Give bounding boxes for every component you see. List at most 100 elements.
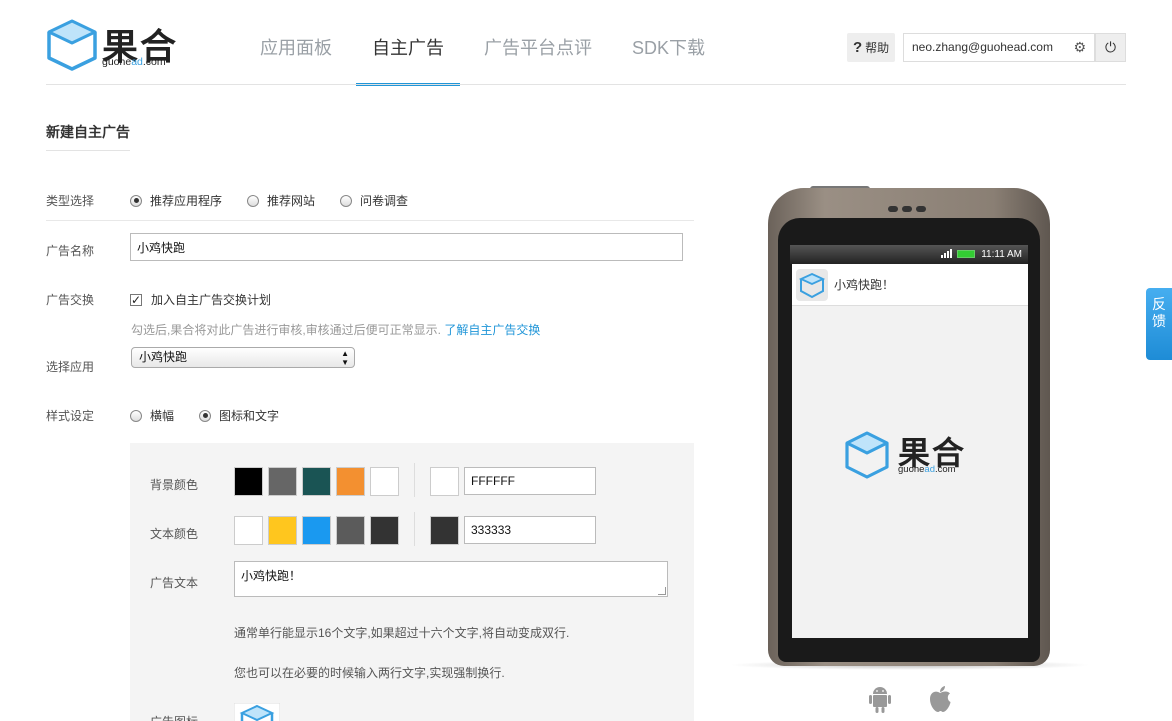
ad-name-value: 小鸡快跑 — [137, 240, 186, 255]
main-nav: 应用面板 自主广告 广告平台点评 SDK下载 — [244, 0, 729, 86]
radio-checked-icon — [130, 194, 142, 207]
apple-icon[interactable] — [927, 684, 953, 714]
style-option-banner[interactable]: 横幅 — [130, 407, 174, 424]
ad-text-value: 小鸡快跑！ — [241, 569, 302, 583]
type-option-website-label: 推荐网站 — [267, 194, 316, 208]
help-button[interactable]: ? 帮助 — [847, 33, 895, 62]
logo[interactable]: 果合 guohead.com — [46, 18, 186, 74]
type-option-website[interactable]: 推荐网站 — [247, 192, 315, 209]
ad-text-label: 广告文本 — [150, 576, 199, 590]
speaker-dot — [902, 206, 912, 212]
exchange-learn-link[interactable]: 了解自主广告交换 — [444, 323, 540, 337]
speaker-dot — [916, 206, 926, 212]
text-swatch-2[interactable] — [268, 516, 297, 545]
screen-logo-domain-post: .com — [935, 464, 956, 475]
radio-icon — [130, 409, 142, 422]
app-label: 选择应用 — [46, 360, 95, 374]
help-label: 帮助 — [865, 41, 890, 55]
bg-swatch-2[interactable] — [268, 467, 297, 496]
nav-self-ads[interactable]: 自主广告 — [356, 0, 460, 86]
screen-logo: 果合 guohead.com — [844, 428, 974, 483]
phone-status-bar: 11:11 AM — [790, 245, 1028, 264]
preview-ad-banner: 小鸡快跑！ — [792, 264, 1028, 306]
text-swatch-5[interactable] — [370, 516, 399, 545]
resize-grip-icon[interactable] — [658, 587, 666, 595]
question-icon: ? — [853, 39, 863, 56]
page-title: 新建自主广告 — [46, 124, 130, 140]
swatch-divider — [414, 512, 415, 546]
logout-button[interactable]: ⏻ — [1095, 33, 1126, 62]
ad-cube-icon — [796, 268, 828, 301]
bg-swatch-3[interactable] — [302, 467, 331, 496]
text-swatch-4[interactable] — [336, 516, 365, 545]
speaker-dot — [888, 206, 898, 212]
feedback-char-2: 馈 — [1152, 313, 1166, 329]
style-option-icon-text-label: 图标和文字 — [219, 409, 280, 423]
feedback-char-1: 反 — [1152, 296, 1166, 312]
style-option-banner-label: 横幅 — [150, 409, 175, 423]
type-option-app[interactable]: 推荐应用程序 — [130, 192, 222, 209]
bg-swatch-1[interactable] — [234, 467, 263, 496]
exchange-hint-text: 勾选后,果合将对此广告进行审核,审核通过后便可正常显示. — [131, 323, 442, 337]
text-current-color — [430, 516, 459, 545]
status-time: 11:11 AM — [981, 249, 1022, 260]
text-color-label: 文本颜色 — [150, 527, 199, 541]
exchange-checkbox[interactable]: ✓ 加入自主广告交换计划 — [130, 291, 271, 308]
select-arrows-icon: ▲ ▼ — [341, 349, 349, 367]
type-option-app-label: 推荐应用程序 — [150, 194, 223, 208]
logo-domain: guohead.com — [102, 56, 166, 68]
type-option-survey[interactable]: 问卷调查 — [340, 192, 408, 209]
radio-icon — [247, 194, 259, 207]
bg-current-color — [430, 467, 459, 496]
text-swatch-3[interactable] — [302, 516, 331, 545]
preview-ad-text: 小鸡快跑！ — [834, 278, 895, 292]
power-icon: ⏻ — [1104, 39, 1117, 55]
ad-text-note-1: 通常单行能显示16个文字,如果超过十六个文字,将自动变成双行. — [234, 626, 570, 640]
header: 果合 guohead.com 应用面板 自主广告 广告平台点评 SDK下载 ? 帮… — [0, 0, 1172, 86]
exchange-hint: 勾选后,果合将对此广告进行审核,审核通过后便可正常显示. 了解自主广告交换 — [131, 321, 540, 338]
user-account-box[interactable]: neo.zhang@guohead.com ⚙ — [903, 33, 1095, 62]
bg-swatch-5[interactable] — [370, 467, 399, 496]
bg-color-value: FFFFFF — [471, 474, 515, 488]
form-divider — [46, 220, 694, 221]
android-icon[interactable] — [867, 684, 893, 714]
ad-icon-preview[interactable] — [234, 703, 280, 721]
style-label: 样式设定 — [46, 409, 95, 423]
logo-domain-accent: ad — [131, 56, 143, 68]
nav-sdk-download[interactable]: SDK下载 — [616, 0, 721, 86]
type-label: 类型选择 — [46, 194, 95, 208]
text-swatch-1[interactable] — [234, 516, 263, 545]
ad-text-note-2: 您也可以在必要的时候输入两行文字,实现强制换行. — [234, 666, 505, 680]
signal-icon — [941, 249, 953, 259]
app-select[interactable]: 小鸡快跑 ▲ ▼ — [131, 347, 355, 368]
bg-color-label: 背景颜色 — [150, 478, 199, 492]
text-color-input[interactable]: 333333 — [464, 516, 596, 544]
feedback-tab[interactable]: 反 馈 — [1146, 288, 1172, 360]
battery-icon — [957, 249, 976, 258]
ad-name-input[interactable]: 小鸡快跑 — [130, 233, 683, 261]
name-label: 广告名称 — [46, 244, 95, 258]
screen-logo-domain-pre: guohe — [898, 464, 925, 475]
checkmark-icon: ✓ — [130, 292, 142, 307]
ad-icon-label: 广告图标 — [150, 713, 198, 721]
nav-app-dashboard[interactable]: 应用面板 — [244, 0, 348, 86]
title-underline — [46, 150, 130, 151]
text-color-value: 333333 — [471, 523, 512, 537]
logo-domain-post: .com — [142, 56, 166, 68]
logo-domain-pre: guohe — [102, 56, 132, 68]
radio-icon — [340, 194, 352, 207]
bg-swatch-4[interactable] — [336, 467, 365, 496]
cube-logo-icon — [47, 19, 97, 71]
screen-logo-domain-accent: ad — [924, 464, 935, 475]
bg-color-input[interactable]: FFFFFF — [464, 467, 596, 495]
ad-text-textarea[interactable]: 小鸡快跑！ — [234, 561, 668, 597]
header-divider — [46, 84, 1126, 85]
radio-checked-icon — [199, 409, 211, 422]
exchange-label: 广告交换 — [46, 293, 95, 307]
style-option-icon-text[interactable]: 图标和文字 — [199, 407, 279, 424]
gear-icon[interactable]: ⚙ — [1073, 34, 1086, 61]
swatch-divider — [414, 463, 415, 497]
exchange-checkbox-label: 加入自主广告交换计划 — [151, 293, 272, 307]
app-select-value: 小鸡快跑 — [139, 350, 188, 364]
nav-ad-platform-review[interactable]: 广告平台点评 — [468, 0, 608, 86]
